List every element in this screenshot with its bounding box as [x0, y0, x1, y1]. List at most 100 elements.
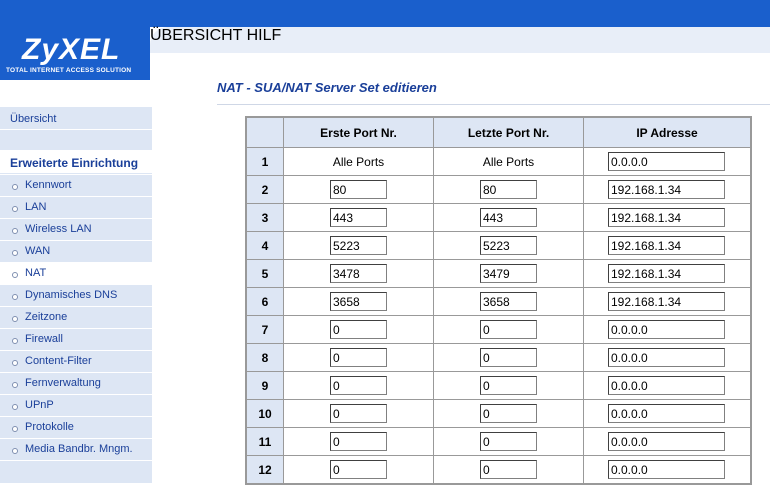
- nat-server-table: Erste Port Nr. Letzte Port Nr. IP Adress…: [245, 116, 752, 485]
- ip-address-input[interactable]: 192.168.1.34: [608, 180, 725, 199]
- first-port-input[interactable]: 3478: [330, 264, 387, 283]
- bullet-icon: [12, 250, 18, 256]
- last-port-input[interactable]: 80: [480, 180, 537, 199]
- header-first-port: Erste Port Nr.: [283, 116, 434, 148]
- row-number: 11: [245, 427, 284, 456]
- last-port-input[interactable]: 0: [480, 376, 537, 395]
- sidebar-item-firewall[interactable]: Firewall: [0, 329, 152, 351]
- sidebar-item-dynamisches-dns[interactable]: Dynamisches DNS: [0, 285, 152, 307]
- sidebar-item-label: Kennwort: [25, 179, 72, 191]
- bullet-icon: [12, 338, 18, 344]
- first-port-input[interactable]: 443: [330, 208, 387, 227]
- row-number: 2: [245, 175, 284, 204]
- sidebar-filler: [0, 461, 152, 483]
- page-title: NAT - SUA/NAT Server Set editieren: [217, 80, 437, 95]
- overview-link[interactable]: ÜBERSICHT: [150, 27, 242, 44]
- title-divider: [217, 104, 770, 105]
- last-port-input[interactable]: 0: [480, 460, 537, 479]
- sidebar-item-label: Content-Filter: [25, 355, 92, 367]
- sidebar-overview-label: Übersicht: [10, 113, 57, 125]
- last-port-input[interactable]: 5223: [480, 236, 537, 255]
- sidebar-item-kennwort[interactable]: Kennwort: [0, 175, 152, 197]
- sidebar-overview[interactable]: Übersicht: [0, 107, 152, 129]
- ip-address-input[interactable]: 192.168.1.34: [608, 208, 725, 227]
- sidebar-item-label: Media Bandbr. Mngm.: [25, 443, 133, 455]
- ip-address-input[interactable]: 192.168.1.34: [608, 292, 725, 311]
- bullet-icon: [12, 360, 18, 366]
- sidebar-item-content-filter[interactable]: Content-Filter: [0, 351, 152, 373]
- ip-address-input[interactable]: 0.0.0.0: [608, 404, 725, 423]
- sidebar-item-label: UPnP: [25, 399, 54, 411]
- ip-address-input[interactable]: 0.0.0.0: [608, 320, 725, 339]
- table-row: 3 443 443 192.168.1.34: [245, 203, 752, 232]
- sidebar-item-label: WAN: [25, 245, 51, 257]
- sidebar-item-upnp[interactable]: UPnP: [0, 395, 152, 417]
- sidebar-item-zeitzone[interactable]: Zeitzone: [0, 307, 152, 329]
- first-port-input[interactable]: 0: [330, 432, 387, 451]
- sidebar-item-wireless-lan[interactable]: Wireless LAN: [0, 219, 152, 241]
- help-link[interactable]: HILF: [247, 27, 282, 44]
- last-port-input[interactable]: 0: [480, 320, 537, 339]
- sidebar-item-nat[interactable]: NAT: [0, 263, 152, 285]
- last-port-input[interactable]: 0: [480, 348, 537, 367]
- bullet-icon: [12, 272, 18, 278]
- ip-address-input[interactable]: 0.0.0.0: [608, 460, 725, 479]
- last-port-input[interactable]: 0: [480, 404, 537, 423]
- top-nav: ÜBERSICHT HILF: [150, 27, 770, 53]
- row-number: 3: [245, 203, 284, 232]
- header-last-port: Letzte Port Nr.: [433, 116, 584, 148]
- sidebar-item-label: Zeitzone: [25, 311, 68, 323]
- sidebar-item-label: Dynamisches DNS: [25, 289, 118, 301]
- sidebar: Übersicht Erweiterte Einrichtung Kennwor…: [0, 80, 152, 489]
- last-port-input[interactable]: 3658: [480, 292, 537, 311]
- first-port-input[interactable]: 0: [330, 404, 387, 423]
- ip-address-input[interactable]: 192.168.1.34: [608, 264, 725, 283]
- sidebar-item-media-bandbreite[interactable]: Media Bandbr. Mngm.: [0, 439, 152, 461]
- ip-address-input[interactable]: 192.168.1.34: [608, 236, 725, 255]
- last-port-input[interactable]: 443: [480, 208, 537, 227]
- row-number: 7: [245, 315, 284, 344]
- ip-address-input[interactable]: 0.0.0.0: [608, 348, 725, 367]
- first-port-input[interactable]: 3658: [330, 292, 387, 311]
- row-number: 6: [245, 287, 284, 316]
- row-number: 1: [245, 147, 284, 176]
- table-row: 5 3478 3479 192.168.1.34: [245, 259, 752, 288]
- sidebar-item-label: NAT: [25, 267, 47, 279]
- ip-address-input[interactable]: 0.0.0.0: [608, 376, 725, 395]
- header-ip-address: IP Adresse: [583, 116, 752, 148]
- sidebar-item-fernverwaltung[interactable]: Fernverwaltung: [0, 373, 152, 395]
- ip-address-input[interactable]: 0.0.0.0: [608, 432, 725, 451]
- table-header-row: Erste Port Nr. Letzte Port Nr. IP Adress…: [245, 116, 752, 148]
- bullet-icon: [12, 184, 18, 190]
- row-number: 8: [245, 343, 284, 372]
- sidebar-item-label: LAN: [25, 201, 47, 213]
- bullet-icon: [12, 382, 18, 388]
- first-port-input[interactable]: 5223: [330, 236, 387, 255]
- last-port-input[interactable]: 0: [480, 432, 537, 451]
- zyxel-logo: ZyXEL Total Internet Access Solution: [0, 27, 150, 80]
- sidebar-item-wan[interactable]: WAN: [0, 241, 152, 263]
- last-port-input[interactable]: 3479: [480, 264, 537, 283]
- bullet-icon: [12, 206, 18, 212]
- first-port-input[interactable]: 0: [330, 320, 387, 339]
- header-number: [245, 116, 284, 148]
- first-port-input[interactable]: 0: [330, 348, 387, 367]
- row-number: 4: [245, 231, 284, 260]
- table-row: 2 80 80 192.168.1.34: [245, 175, 752, 204]
- table-row: 11 0 0 0.0.0.0: [245, 427, 752, 456]
- sidebar-item-protokolle[interactable]: Protokolle: [0, 417, 152, 439]
- row-number: 12: [245, 455, 284, 485]
- sidebar-item-lan[interactable]: LAN: [0, 197, 152, 219]
- ip-address-input[interactable]: 0.0.0.0: [608, 152, 725, 171]
- table-row: 10 0 0 0.0.0.0: [245, 399, 752, 428]
- sidebar-item-label: Firewall: [25, 333, 63, 345]
- table-row: 6 3658 3658 192.168.1.34: [245, 287, 752, 316]
- first-port-all: Alle Ports: [283, 147, 434, 176]
- first-port-input[interactable]: 80: [330, 180, 387, 199]
- table-row: 1 Alle Ports Alle Ports 0.0.0.0: [245, 147, 752, 176]
- first-port-input[interactable]: 0: [330, 376, 387, 395]
- brand-tagline: Total Internet Access Solution: [6, 67, 132, 74]
- bullet-icon: [12, 426, 18, 432]
- bullet-icon: [12, 228, 18, 234]
- first-port-input[interactable]: 0: [330, 460, 387, 479]
